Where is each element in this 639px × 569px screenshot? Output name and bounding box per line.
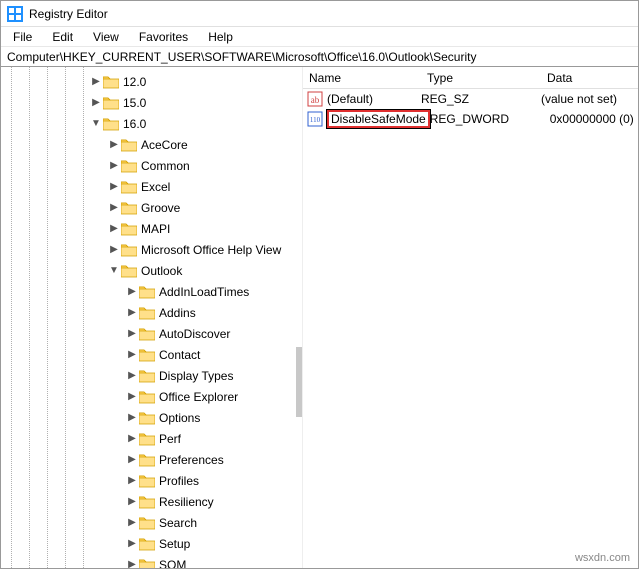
string-icon: ab bbox=[307, 91, 323, 107]
tree-item-label: Display Types bbox=[159, 369, 233, 383]
tree-item-label: AddInLoadTimes bbox=[159, 285, 249, 299]
values-header: Name Type Data bbox=[303, 67, 638, 89]
tree-item-label: 16.0 bbox=[123, 117, 146, 131]
main-area: ▶ 12.0 ▶ 15.0 ▼ 16.0 ▶ AceCore ▶ Common … bbox=[1, 67, 638, 568]
tree-item-label: Options bbox=[159, 411, 200, 425]
expander-icon[interactable]: ▶ bbox=[89, 97, 103, 108]
tree-item-label: Contact bbox=[159, 348, 200, 362]
expander-icon[interactable]: ▶ bbox=[107, 244, 121, 255]
svg-text:ab: ab bbox=[311, 95, 320, 105]
tree-item-label: Microsoft Office Help View bbox=[141, 243, 281, 257]
watermark: wsxdn.com bbox=[575, 552, 630, 564]
expander-icon[interactable]: ▶ bbox=[125, 412, 139, 423]
regedit-icon bbox=[7, 6, 23, 22]
tree-item-label: Excel bbox=[141, 180, 170, 194]
expander-icon[interactable]: ▶ bbox=[125, 454, 139, 465]
tree-item-label: MAPI bbox=[141, 222, 170, 236]
expander-icon[interactable]: ▶ bbox=[107, 139, 121, 150]
expander-icon[interactable]: ▶ bbox=[125, 349, 139, 360]
tree-pane: ▶ 12.0 ▶ 15.0 ▼ 16.0 ▶ AceCore ▶ Common … bbox=[1, 67, 303, 568]
expander-icon[interactable]: ▶ bbox=[125, 475, 139, 486]
title-bar: Registry Editor bbox=[1, 1, 638, 27]
column-name[interactable]: Name bbox=[303, 71, 421, 85]
menu-file[interactable]: File bbox=[5, 29, 40, 45]
expander-icon[interactable]: ▶ bbox=[89, 76, 103, 87]
expander-icon[interactable]: ▶ bbox=[125, 559, 139, 568]
expander-icon[interactable]: ▼ bbox=[107, 265, 121, 276]
menu-view[interactable]: View bbox=[85, 29, 127, 45]
expander-icon[interactable]: ▶ bbox=[125, 286, 139, 297]
value-data: (value not set) bbox=[541, 92, 638, 106]
expander-icon[interactable]: ▶ bbox=[125, 517, 139, 528]
address-text: Computer\HKEY_CURRENT_USER\SOFTWARE\Micr… bbox=[7, 50, 476, 64]
expander-icon[interactable]: ▶ bbox=[125, 370, 139, 381]
column-type[interactable]: Type bbox=[421, 71, 541, 85]
tree-item-label: 12.0 bbox=[123, 75, 146, 89]
value-name[interactable]: (Default) bbox=[327, 92, 421, 106]
address-bar[interactable]: Computer\HKEY_CURRENT_USER\SOFTWARE\Micr… bbox=[1, 47, 638, 67]
tree-item-label: Office Explorer bbox=[159, 390, 238, 404]
tree-item-label: Addins bbox=[159, 306, 196, 320]
splitter[interactable] bbox=[296, 347, 302, 417]
column-data[interactable]: Data bbox=[541, 71, 638, 85]
tree-item-label: Common bbox=[141, 159, 190, 173]
expander-icon[interactable]: ▶ bbox=[125, 496, 139, 507]
tree-item-label: AutoDiscover bbox=[159, 327, 230, 341]
expander-icon[interactable]: ▶ bbox=[125, 328, 139, 339]
expander-icon[interactable]: ▶ bbox=[125, 307, 139, 318]
tree-item-label: Groove bbox=[141, 201, 180, 215]
tree-item-label: Profiles bbox=[159, 474, 199, 488]
expander-icon[interactable]: ▼ bbox=[89, 118, 103, 129]
value-data: 0x00000000 (0) bbox=[550, 112, 638, 126]
value-row[interactable]: ab (Default) REG_SZ (value not set) bbox=[303, 89, 638, 109]
tree-item-label: Perf bbox=[159, 432, 181, 446]
svg-text:110: 110 bbox=[310, 116, 321, 124]
expander-icon[interactable]: ▶ bbox=[107, 160, 121, 171]
expander-icon[interactable]: ▶ bbox=[107, 202, 121, 213]
expander-icon[interactable]: ▶ bbox=[125, 391, 139, 402]
window-title: Registry Editor bbox=[29, 7, 108, 21]
tree-item-label: Resiliency bbox=[159, 495, 214, 509]
values-pane: Name Type Data ab (Default) REG_SZ (valu… bbox=[303, 67, 638, 568]
values-list: ab (Default) REG_SZ (value not set) 110 … bbox=[303, 89, 638, 129]
expander-icon[interactable]: ▶ bbox=[125, 538, 139, 549]
tree-item-label: Preferences bbox=[159, 453, 224, 467]
menu-help[interactable]: Help bbox=[200, 29, 241, 45]
tree-item-label: Outlook bbox=[141, 264, 182, 278]
dword-icon: 110 bbox=[307, 111, 323, 127]
value-row[interactable]: 110 DisableSafeMode REG_DWORD 0x00000000… bbox=[303, 109, 638, 129]
menu-bar: File Edit View Favorites Help bbox=[1, 27, 638, 47]
tree-item-label: Setup bbox=[159, 537, 190, 551]
value-name-editing[interactable]: DisableSafeMode bbox=[327, 110, 430, 128]
value-type: REG_SZ bbox=[421, 92, 541, 106]
tree-item-label: SQM bbox=[159, 558, 186, 569]
tree-item-label: AceCore bbox=[141, 138, 188, 152]
expander-icon[interactable]: ▶ bbox=[107, 223, 121, 234]
menu-edit[interactable]: Edit bbox=[44, 29, 81, 45]
value-type: REG_DWORD bbox=[430, 112, 550, 126]
tree-item-label: Search bbox=[159, 516, 197, 530]
menu-favorites[interactable]: Favorites bbox=[131, 29, 196, 45]
expander-icon[interactable]: ▶ bbox=[107, 181, 121, 192]
tree-item-label: 15.0 bbox=[123, 96, 146, 110]
expander-icon[interactable]: ▶ bbox=[125, 433, 139, 444]
